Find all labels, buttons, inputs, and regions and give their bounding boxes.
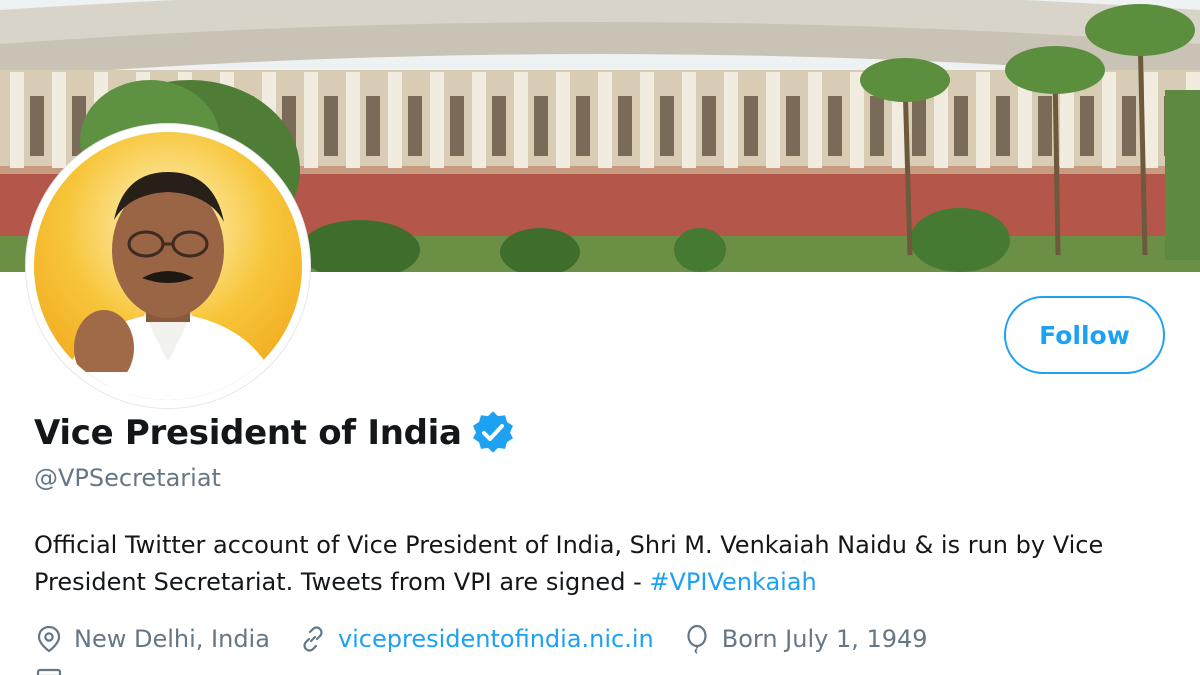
profile-handle: @VPSecretariat xyxy=(34,464,221,492)
banner-column xyxy=(766,72,780,168)
meta-website: vicepresidentofindia.nic.in xyxy=(298,624,654,654)
banner-column xyxy=(598,72,612,168)
follow-button[interactable]: Follow xyxy=(1004,296,1165,374)
balloon-icon xyxy=(687,624,707,654)
banner-window xyxy=(912,96,926,156)
banner-window xyxy=(996,96,1010,156)
banner-window xyxy=(1080,96,1094,156)
website-link[interactable]: vicepresidentofindia.nic.in xyxy=(338,625,654,653)
banner-column xyxy=(388,72,402,168)
banner-window xyxy=(870,96,884,156)
banner-window xyxy=(324,96,338,156)
banner-column xyxy=(1102,72,1116,168)
display-name: Vice President of India xyxy=(34,413,462,453)
profile-meta: New Delhi, India vicepresidentofindia.ni… xyxy=(34,624,956,654)
meta-location: New Delhi, India xyxy=(34,624,270,654)
calendar-icon xyxy=(36,668,62,675)
profile-bio: Official Twitter account of Vice Preside… xyxy=(34,527,1174,601)
banner-window xyxy=(450,96,464,156)
banner-window xyxy=(30,96,44,156)
profile-name-row: Vice President of India xyxy=(34,410,516,456)
avatar-photo xyxy=(34,132,302,400)
banner-window xyxy=(408,96,422,156)
banner-window xyxy=(492,96,506,156)
banner-column xyxy=(976,72,990,168)
banner-window xyxy=(702,96,716,156)
banner-column xyxy=(514,72,528,168)
banner-window xyxy=(954,96,968,156)
banner-window xyxy=(1038,96,1052,156)
banner-window xyxy=(576,96,590,156)
banner-column xyxy=(808,72,822,168)
meta-birthday: Born July 1, 1949 xyxy=(682,624,928,654)
link-icon xyxy=(303,626,323,652)
banner-column xyxy=(472,72,486,168)
profile-page: Follow Vice President of India @VPSecret… xyxy=(0,0,1200,675)
bio-hashtag-link[interactable]: #VPIVenkaiah xyxy=(649,568,816,596)
verified-badge-icon xyxy=(470,410,516,456)
banner-window xyxy=(618,96,632,156)
banner-column xyxy=(640,72,654,168)
banner-column xyxy=(682,72,696,168)
banner-column xyxy=(850,72,864,168)
banner-column xyxy=(10,72,24,168)
bio-text: Official Twitter account of Vice Preside… xyxy=(34,531,1104,596)
location-pin-icon xyxy=(37,625,61,653)
banner-window xyxy=(744,96,758,156)
banner-column xyxy=(724,72,738,168)
banner-column xyxy=(346,72,360,168)
banner-window xyxy=(366,96,380,156)
birthday-text: Born July 1, 1949 xyxy=(721,625,928,653)
banner-window xyxy=(534,96,548,156)
banner-column xyxy=(430,72,444,168)
avatar[interactable] xyxy=(26,124,310,408)
banner-column xyxy=(556,72,570,168)
banner-column xyxy=(1144,72,1158,168)
meta-joined xyxy=(34,664,64,675)
banner-window xyxy=(828,96,842,156)
banner-window xyxy=(1122,96,1136,156)
location-text: New Delhi, India xyxy=(74,625,270,653)
banner-column xyxy=(304,72,318,168)
banner-window xyxy=(660,96,674,156)
banner-column xyxy=(52,72,66,168)
banner-window xyxy=(786,96,800,156)
